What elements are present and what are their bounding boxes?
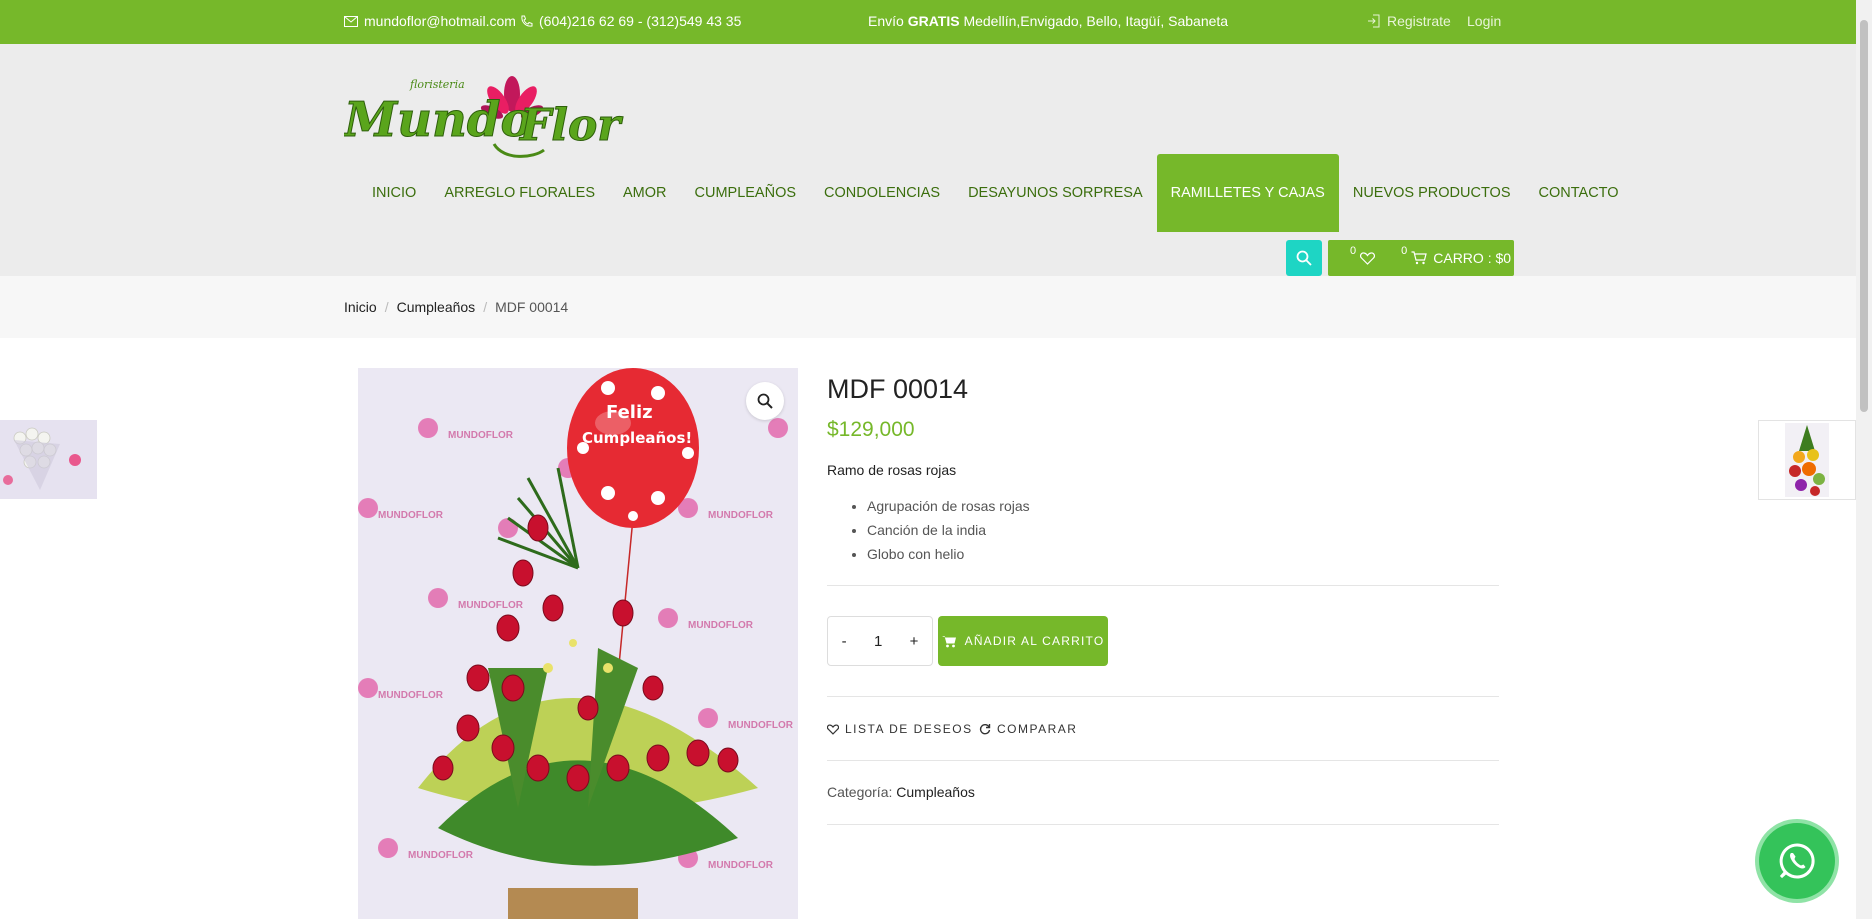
nav-item-contacto[interactable]: CONTACTO (1525, 154, 1633, 232)
refresh-icon (979, 724, 991, 735)
site-logo[interactable]: floristeria Mundo Flor (344, 66, 654, 166)
zoom-button[interactable] (746, 382, 784, 420)
previous-product-thumbnail[interactable] (0, 420, 97, 499)
search-button[interactable] (1286, 240, 1322, 276)
fruit-arrangement-image (1759, 421, 1855, 499)
svg-text:MUNDOFLOR: MUNDOFLOR (688, 620, 754, 631)
quantity-decrease-button[interactable]: - (842, 633, 847, 650)
contact-phone[interactable]: (604)216 62 69 - (312)549 43 35 (520, 13, 741, 29)
promo-prefix: Envío (868, 13, 908, 29)
svg-text:MUNDOFLOR: MUNDOFLOR (458, 600, 524, 611)
product-category: Categoría: Cumpleaños (827, 784, 975, 800)
product-title: MDF 00014 (827, 374, 969, 404)
white-roses-image (0, 420, 97, 499)
cart-count: 0 (1401, 245, 1408, 257)
cart-icon (941, 635, 956, 647)
register-label: Registrate (1387, 13, 1451, 29)
heart-icon (827, 723, 839, 735)
compare-link[interactable]: COMPARAR (979, 722, 1077, 736)
nav-item-ramilletes-y-cajas[interactable]: RAMILLETES Y CAJAS (1156, 154, 1339, 232)
nav-item-inicio[interactable]: INICIO (358, 154, 430, 232)
list-item: Globo con helio (867, 542, 1030, 566)
contact-email[interactable]: mundoflor@hotmail.com (344, 13, 516, 29)
product-short-description: Ramo de rosas rojas (827, 462, 957, 478)
search-icon (1296, 250, 1312, 266)
next-product-thumbnail[interactable] (1758, 420, 1856, 500)
wishlist-count: 0 (1350, 245, 1357, 257)
svg-text:MUNDOFLOR: MUNDOFLOR (408, 850, 474, 861)
whatsapp-chat-button[interactable] (1759, 823, 1835, 899)
login-label: Login (1467, 13, 1502, 29)
category-link[interactable]: Cumpleaños (896, 784, 975, 800)
page-scrollbar[interactable] (1856, 0, 1872, 919)
nav-item-nuevos-productos[interactable]: NUEVOS PRODUCTOS (1339, 154, 1525, 232)
product-main-image[interactable]: MUNDOFLOR MUNDOFLOR MUNDOFLOR MUNDOFLOR … (358, 368, 798, 919)
nav-item-condolencias[interactable]: CONDOLENCIAS (810, 154, 954, 232)
list-item: Agrupación de rosas rojas (867, 494, 1030, 518)
add-to-cart-button[interactable]: AÑADIR AL CARRITO (938, 616, 1108, 666)
scrollbar-thumb[interactable] (1860, 20, 1868, 412)
whatsapp-icon (1779, 843, 1815, 879)
top-bar: mundoflor@hotmail.com (604)216 62 69 - (… (0, 0, 1856, 44)
product-price: $129,000 (827, 418, 915, 441)
quantity-input[interactable]: 1 (874, 633, 882, 650)
wishlist-link[interactable]: LISTA DE DESEOS (827, 722, 973, 736)
list-item: Canción de la india (867, 518, 1030, 542)
nav-item-cumpleanos[interactable]: CUMPLEAÑOS (681, 154, 811, 232)
svg-text:Flor: Flor (518, 100, 623, 151)
cart-total-label: CARRO : $0 (1433, 250, 1512, 266)
add-to-cart-label: AÑADIR AL CARRITO (964, 634, 1105, 648)
phone-icon (521, 15, 533, 27)
shipping-promo: Envío GRATIS Medellín,Envigado, Bello, I… (868, 13, 1228, 29)
breadcrumb: Inicio / Cumpleaños / MDF 00014 (344, 299, 568, 315)
nav-item-desayunos-sorpresa[interactable]: DESAYUNOS SORPRESA (954, 154, 1157, 232)
divider (827, 696, 1499, 697)
breadcrumb-separator: / (384, 299, 389, 315)
svg-text:MUNDOFLOR: MUNDOFLOR (378, 510, 444, 521)
breadcrumb-current: MDF 00014 (495, 299, 569, 315)
balloon-text-1: Feliz (606, 402, 653, 423)
magnifier-icon (757, 393, 773, 409)
svg-text:MUNDOFLOR: MUNDOFLOR (708, 510, 774, 521)
divider (827, 585, 1499, 586)
email-text: mundoflor@hotmail.com (364, 13, 516, 29)
heart-icon (1360, 251, 1376, 265)
divider (827, 760, 1499, 761)
quantity-increase-button[interactable]: + (910, 633, 919, 650)
wishlist-label: LISTA DE DESEOS (845, 722, 973, 736)
svg-text:MUNDOFLOR: MUNDOFLOR (448, 430, 514, 441)
svg-text:MUNDOFLOR: MUNDOFLOR (708, 860, 774, 871)
nav-item-arreglo-florales[interactable]: ARREGLO FLORALES (430, 154, 609, 232)
balloon-text-2: Cumpleaños! (582, 429, 692, 447)
rose-bouquet-photo: MUNDOFLOR MUNDOFLOR MUNDOFLOR MUNDOFLOR … (358, 368, 798, 919)
breadcrumb-home[interactable]: Inicio (344, 299, 377, 315)
site-header: floristeria Mundo Flor INICIO ARREGLO FL… (0, 44, 1856, 276)
category-label: Categoría: (827, 784, 893, 800)
nav-item-amor[interactable]: AMOR (609, 154, 681, 232)
main-nav: INICIO ARREGLO FLORALES AMOR CUMPLEAÑOS … (358, 154, 1633, 232)
breadcrumb-category[interactable]: Cumpleaños (397, 299, 476, 315)
cart-button[interactable]: 0 0 CARRO : $0 (1328, 240, 1514, 276)
svg-text:MUNDOFLOR: MUNDOFLOR (378, 690, 444, 701)
product-features-list: Agrupación de rosas rojas Canción de la … (867, 494, 1030, 566)
compare-label: COMPARAR (997, 722, 1078, 736)
sign-in-icon (1368, 14, 1380, 28)
svg-text:MUNDOFLOR: MUNDOFLOR (728, 720, 794, 731)
svg-text:Mundo: Mundo (344, 92, 533, 148)
quantity-stepper: - 1 + (827, 616, 933, 666)
logo-subtitle: floristeria (409, 78, 465, 91)
promo-bold: GRATIS (907, 13, 960, 29)
breadcrumb-separator: / (483, 299, 488, 315)
envelope-icon (344, 15, 358, 27)
phone-text: (604)216 62 69 - (312)549 43 35 (539, 13, 742, 29)
promo-suffix: Medellín,Envigado, Bello, Itagüí, Sabane… (959, 13, 1229, 29)
cart-icon (1411, 251, 1428, 265)
login-link[interactable]: Login (1467, 13, 1501, 29)
breadcrumb-bar: Inicio / Cumpleaños / MDF 00014 (0, 276, 1856, 338)
register-link[interactable]: Registrate (1367, 13, 1451, 29)
divider (827, 824, 1499, 825)
